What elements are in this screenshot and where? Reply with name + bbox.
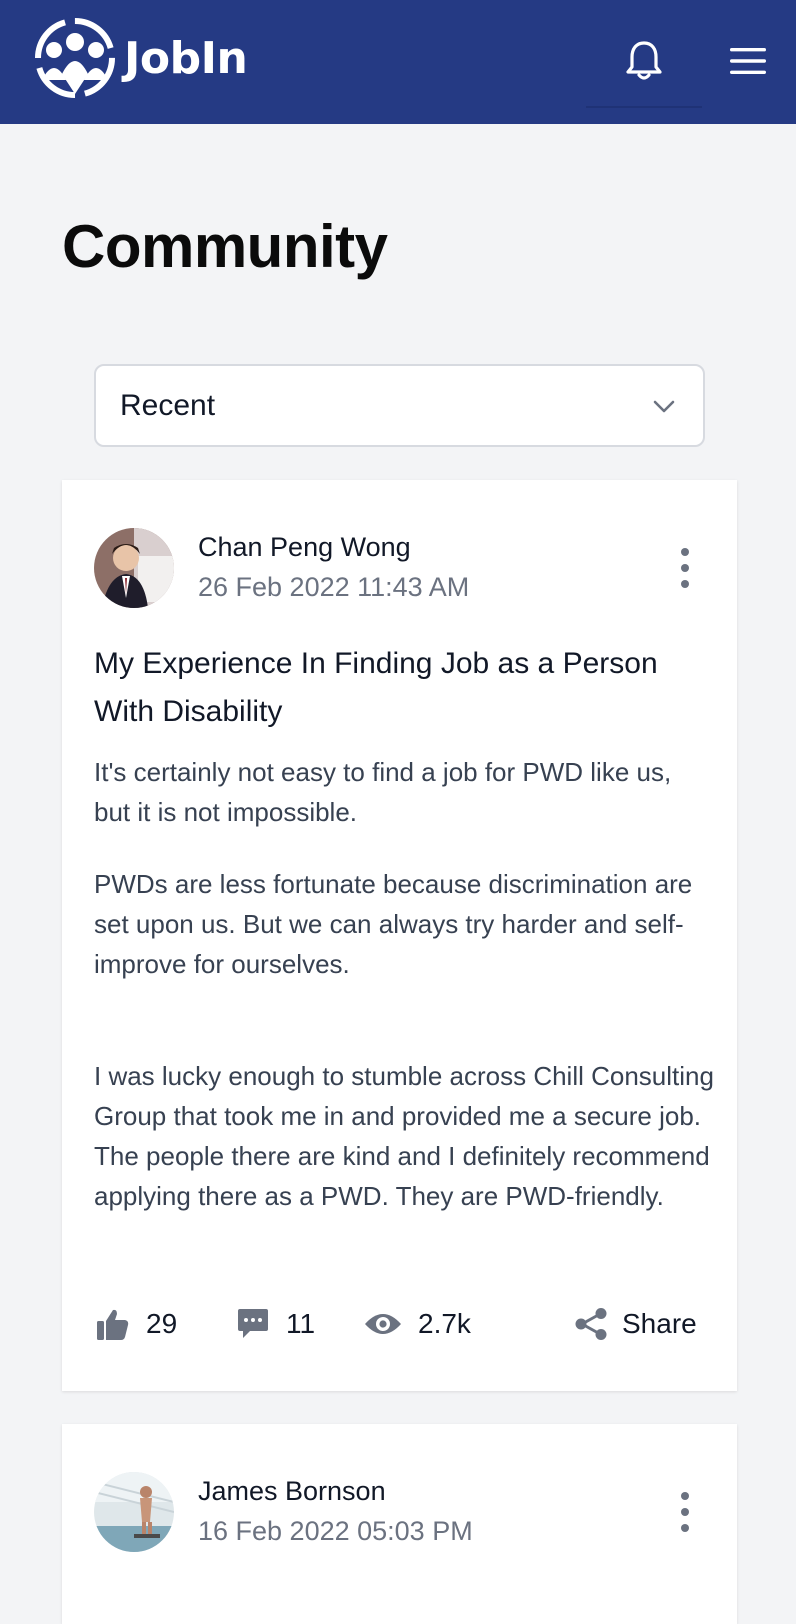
author-avatar[interactable] bbox=[94, 528, 174, 608]
people-logo-icon bbox=[35, 18, 115, 98]
avatar-photo bbox=[94, 1472, 174, 1552]
post-paragraph: I was lucky enough to stumble across Chi… bbox=[94, 1061, 714, 1211]
post-options-button[interactable] bbox=[672, 548, 698, 588]
post-card: James Bornson 16 Feb 2022 05:03 PM bbox=[62, 1424, 737, 1624]
bell-icon bbox=[626, 41, 662, 80]
page-title: Community bbox=[62, 213, 388, 280]
post-author[interactable]: James Bornson bbox=[198, 1476, 386, 1507]
post-title[interactable]: My Experience In Finding Job as a Person… bbox=[94, 640, 694, 736]
post-author[interactable]: Chan Peng Wong bbox=[198, 532, 411, 563]
post-date: 16 Feb 2022 05:03 PM bbox=[198, 1516, 473, 1546]
comment-button[interactable]: 11 bbox=[236, 1302, 315, 1346]
notifications-button[interactable] bbox=[618, 36, 670, 86]
like-button[interactable]: 29 bbox=[96, 1302, 177, 1346]
jobin-logo[interactable]: JobIn bbox=[32, 18, 248, 98]
post-card: Chan Peng Wong 26 Feb 2022 11:43 AM My E… bbox=[62, 480, 737, 1391]
chevron-down-icon bbox=[653, 400, 675, 413]
thumbs-up-icon bbox=[97, 1309, 129, 1340]
hamburger-menu-icon bbox=[730, 48, 766, 74]
post-date: 26 Feb 2022 11:43 AM bbox=[198, 572, 470, 602]
post-options-button[interactable] bbox=[672, 1492, 698, 1532]
comment-count: 11 bbox=[286, 1308, 316, 1339]
view-count: 2.7k bbox=[418, 1308, 471, 1339]
share-icon bbox=[575, 1308, 607, 1340]
avatar-photo bbox=[94, 528, 174, 608]
menu-button[interactable] bbox=[722, 36, 774, 86]
sort-selected-value: Recent bbox=[120, 388, 216, 422]
top-navbar: JobIn bbox=[0, 0, 796, 124]
active-indicator bbox=[586, 106, 702, 108]
app-name: JobIn bbox=[124, 32, 248, 84]
more-vertical-icon bbox=[681, 548, 689, 556]
share-label: Share bbox=[622, 1308, 697, 1339]
like-count: 29 bbox=[146, 1308, 178, 1339]
more-vertical-icon bbox=[681, 1492, 689, 1500]
share-button[interactable]: Share bbox=[574, 1302, 697, 1346]
post-paragraph: PWDs are less fortunate because discrimi… bbox=[94, 869, 693, 979]
post-paragraph: It's certainly not easy to find a job fo… bbox=[94, 757, 672, 827]
view-count-display: 2.7k bbox=[364, 1302, 471, 1346]
author-avatar[interactable] bbox=[94, 1472, 174, 1552]
comment-icon bbox=[238, 1309, 268, 1338]
eye-icon bbox=[365, 1314, 401, 1334]
sort-select[interactable]: Recent bbox=[94, 364, 705, 447]
